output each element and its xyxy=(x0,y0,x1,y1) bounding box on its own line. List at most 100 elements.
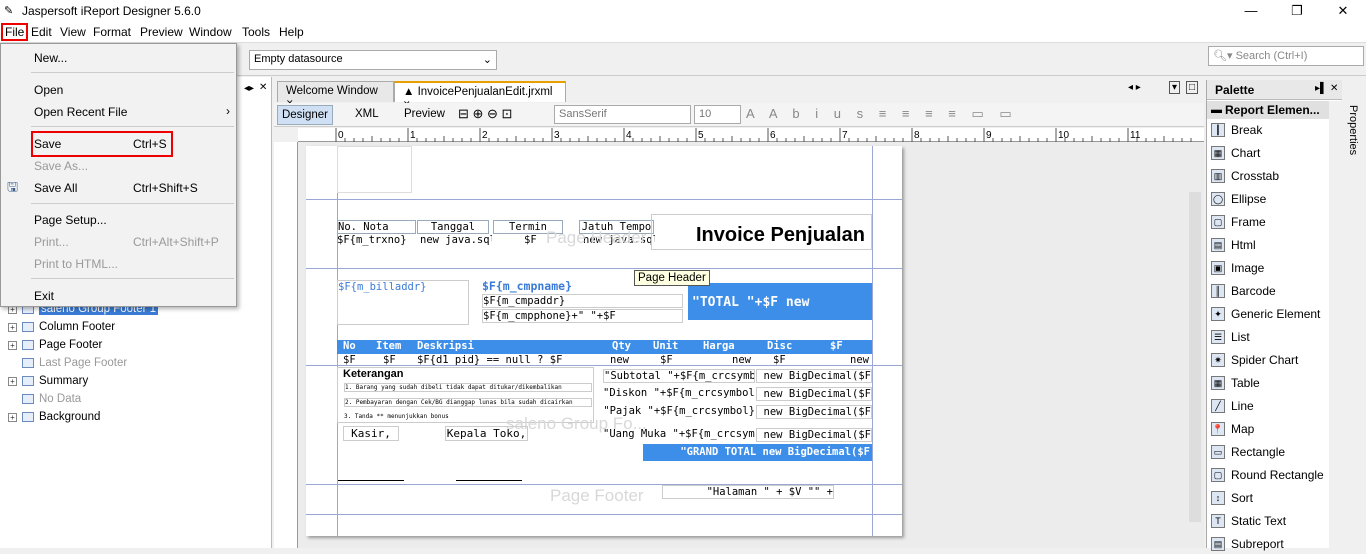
palette-item-icon: ▭ xyxy=(1211,445,1225,459)
menu-format[interactable]: Format xyxy=(93,25,131,39)
palette-item-label: Subreport xyxy=(1231,537,1284,551)
datasource-select[interactable]: Empty datasource ⌄ xyxy=(249,50,497,70)
pane-nav-icon[interactable]: ◂▸ xyxy=(244,83,254,94)
tree-item[interactable]: + Background xyxy=(8,408,100,426)
palette-item[interactable]: ▦ Chart xyxy=(1211,143,1260,163)
palette-item[interactable]: ▦ Table xyxy=(1211,373,1260,393)
hdr-label: Tanggal xyxy=(417,220,489,234)
ruler-label: 8 xyxy=(914,130,920,141)
tab-welcome[interactable]: Welcome Window ✕ xyxy=(277,81,394,108)
palette-item-label: Html xyxy=(1231,238,1256,252)
palette-item[interactable]: ◯ Ellipse xyxy=(1211,189,1266,209)
tab-list-icon[interactable]: ▾ xyxy=(1169,81,1181,94)
menu-save-all[interactable]: Save All xyxy=(34,181,77,195)
menu-preview[interactable]: Preview xyxy=(140,25,183,39)
palette-item-icon: ✦ xyxy=(1211,307,1225,321)
menu-tools[interactable]: Tools xyxy=(242,25,270,39)
menu-file[interactable]: File xyxy=(1,23,29,41)
expand-icon[interactable]: + xyxy=(8,412,17,422)
menu-open-recent[interactable]: Open Recent File xyxy=(34,105,127,119)
pane-close-icon[interactable]: ✕ xyxy=(259,82,267,93)
minimize-icon[interactable]: — xyxy=(1228,0,1274,22)
palette-item[interactable]: ▣ Image xyxy=(1211,258,1264,278)
palette-item[interactable]: ▭ Rectangle xyxy=(1211,442,1285,462)
menu-bar: File Edit View Format Preview Window Too… xyxy=(0,22,1366,43)
expand-icon[interactable]: + xyxy=(8,340,17,350)
palette-item[interactable]: ▢ Round Rectangle xyxy=(1211,465,1324,485)
sum-value: new BigDecimal($F xyxy=(756,369,872,383)
palette-item[interactable]: 📍 Map xyxy=(1211,419,1254,439)
palette-item[interactable]: ║ Barcode xyxy=(1211,281,1276,301)
vertical-ruler xyxy=(274,142,298,548)
sum-value: new BigDecimal($F xyxy=(756,405,872,419)
tab-invoice[interactable]: ▲ InvoicePenjualanEdit.jrxml ✕ xyxy=(394,81,566,109)
hdr-value: $F{m_trxno} xyxy=(337,234,407,246)
zoom-icons[interactable]: ⊟ ⊕ ⊖ ⊡ xyxy=(458,106,512,122)
palette-item[interactable]: ↕ Sort xyxy=(1211,488,1253,508)
close-icon[interactable]: ✕ xyxy=(1330,83,1338,94)
tab-preview[interactable]: Preview xyxy=(404,108,445,120)
menu-page-setup[interactable]: Page Setup... xyxy=(34,213,107,227)
maximize-icon[interactable]: □ xyxy=(1186,81,1199,94)
font-name-select[interactable]: SansSerif xyxy=(554,105,691,124)
format-icons[interactable]: A A b i u s ≡ ≡ ≡ ≡ ▭ ▭ xyxy=(746,106,1018,122)
app-icon: ✎ xyxy=(4,5,14,17)
tab-label: InvoicePenjualanEdit.jrxml xyxy=(417,86,553,98)
palette-item[interactable]: ☰ List xyxy=(1211,327,1250,347)
palette-item[interactable]: ▥ Crosstab xyxy=(1211,166,1279,186)
close-icon[interactable]: ✕ xyxy=(1320,0,1366,22)
sum-value: new BigDecimal($F xyxy=(756,387,872,401)
menu-exit[interactable]: Exit xyxy=(34,289,54,303)
tree-item[interactable]: + Summary xyxy=(8,372,88,390)
palette-item[interactable]: ▢ Frame xyxy=(1211,212,1266,232)
palette-item[interactable]: ┃ Break xyxy=(1211,120,1262,140)
font-size-select[interactable]: 10 xyxy=(694,105,741,124)
tab-xml[interactable]: XML xyxy=(355,108,379,120)
palette-item[interactable]: ╱ Line xyxy=(1211,396,1254,416)
restore-icon[interactable]: ❐ xyxy=(1274,0,1320,22)
menu-edit[interactable]: Edit xyxy=(31,25,52,39)
palette-item[interactable]: ✦ Generic Element xyxy=(1211,304,1320,324)
palette-item[interactable]: ✷ Spider Chart xyxy=(1211,350,1298,370)
horizontal-ruler: 0 1 2 3 4 5 6 7 8 9 10 11 xyxy=(298,128,1204,142)
pin-icon[interactable]: ▸▌ xyxy=(1315,83,1327,94)
ruler-label: 1 xyxy=(410,130,416,141)
expand-icon[interactable]: + xyxy=(8,376,17,386)
band-icon xyxy=(22,358,34,368)
search-input[interactable]: 🔍︎▾ Search (Ctrl+I) xyxy=(1208,46,1364,66)
tree-item[interactable]: No Data xyxy=(8,390,81,408)
ruler-ticks: 0 1 2 3 4 5 6 7 8 9 10 11 xyxy=(335,128,1192,142)
palette-item-icon: ▦ xyxy=(1211,146,1225,160)
tree-item[interactable]: + Page Footer xyxy=(8,336,102,354)
palette-item[interactable]: T Static Text xyxy=(1211,511,1286,531)
menu-save[interactable]: Save xyxy=(34,137,61,151)
menu-new[interactable]: New... xyxy=(34,51,67,65)
palette-item-label: Line xyxy=(1231,399,1254,413)
tree-label: Column Footer xyxy=(39,321,116,333)
menu-open[interactable]: Open xyxy=(34,83,63,97)
col-label: Qty xyxy=(612,340,631,352)
palette-item-icon: ┃ xyxy=(1211,123,1225,137)
palette-scrollbar[interactable] xyxy=(1329,101,1342,548)
palette-item[interactable]: ▤ Subreport xyxy=(1211,534,1284,554)
report-page: No. Nota Tanggal Termin Jatuh Tempo $F{m… xyxy=(306,146,902,536)
palette-group[interactable]: ▬ Report Elemen... xyxy=(1207,101,1329,119)
tree-item[interactable]: Last Page Footer xyxy=(8,354,127,372)
tab-scroll-icon[interactable]: ◂ ▸ xyxy=(1128,82,1141,93)
editor-toolbar: Designer XML Preview ⊟ ⊕ ⊖ ⊡ SansSerif 1… xyxy=(274,103,1204,127)
collapse-icon[interactable]: ▬ xyxy=(1211,104,1222,116)
scrollbar[interactable] xyxy=(1189,192,1201,522)
tree-item[interactable]: + Column Footer xyxy=(8,318,115,336)
properties-tab[interactable]: Properties xyxy=(1347,105,1359,155)
menu-help[interactable]: Help xyxy=(279,25,304,39)
palette-item-label: Image xyxy=(1231,261,1265,275)
palette-item-label: Round Rectangle xyxy=(1231,468,1324,482)
palette-item-icon: ╱ xyxy=(1211,399,1225,413)
report-title: Invoice Penjualan xyxy=(696,224,865,246)
palette-item-label: List xyxy=(1231,330,1250,344)
menu-window[interactable]: Window xyxy=(189,25,232,39)
menu-view[interactable]: View xyxy=(60,25,86,39)
expand-icon[interactable]: + xyxy=(8,322,17,332)
tab-designer[interactable]: Designer xyxy=(277,105,333,125)
palette-item[interactable]: ▤ Html xyxy=(1211,235,1256,255)
